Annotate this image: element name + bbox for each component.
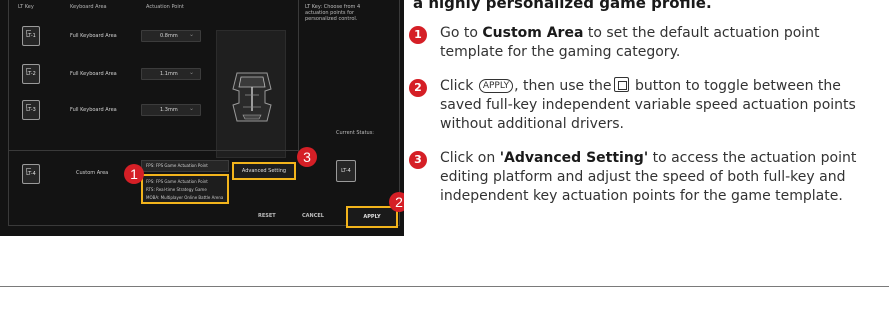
advanced-setting-button[interactable]: Advanced Setting: [232, 162, 296, 180]
cancel-button[interactable]: CANCEL: [302, 213, 324, 219]
template-dropdown-list[interactable]: FPS: FPS Game Actuation Point RTS: Real-…: [141, 174, 229, 204]
step-text: , then use the: [514, 78, 612, 94]
keycap-switch-icon: [232, 72, 272, 122]
lt4-key-icon[interactable]: LT-4: [22, 164, 40, 184]
instruction-steps: 1 Go to Custom Area to set the default a…: [409, 24, 883, 221]
apply-button[interactable]: APPLY: [346, 206, 398, 228]
panel-divider: [298, 0, 299, 160]
current-status-label: Current Status:: [336, 130, 374, 136]
step-text: Click: [440, 78, 478, 94]
reset-button[interactable]: RESET: [258, 213, 276, 219]
step-number-badge: 1: [409, 26, 427, 44]
callout-badge-3: 3: [297, 147, 317, 167]
apply-chip-icon: APPLY: [478, 79, 514, 93]
current-status-key: LT-4: [336, 160, 356, 182]
step-number-badge: 3: [409, 151, 427, 169]
lt-key-info-text: LT Key: Choose from 4 actuation points f…: [305, 4, 361, 22]
keyboard-illustration: [216, 30, 286, 158]
section-divider: [8, 150, 298, 151]
step-number-badge: 2: [409, 79, 427, 97]
actuation-value-dropdown[interactable]: 0.8mm: [141, 30, 201, 42]
column-header-keyboard-area: Keyboard Area: [70, 4, 107, 10]
instruction-step-1: 1 Go to Custom Area to set the default a…: [409, 24, 883, 62]
custom-area-term: Custom Area: [482, 25, 584, 41]
actuation-value-dropdown[interactable]: 1.3mm: [141, 104, 201, 116]
instruction-step-3: 3 Click on 'Advanced Setting' to access …: [409, 149, 883, 206]
row-area-label: Full Keyboard Area: [70, 71, 117, 77]
column-header-lt-key: LT Key: [18, 4, 34, 10]
step-text: Click on: [440, 150, 500, 166]
actuation-value-dropdown[interactable]: 1.1mm: [141, 68, 201, 80]
instruction-step-2: 2 Click APPLY, then use the button to to…: [409, 77, 883, 134]
dropdown-option[interactable]: RTS: Real-time Strategy Game: [146, 186, 224, 194]
custom-template-select[interactable]: FPS: FPS Game Actuation Point: [141, 160, 229, 172]
column-header-actuation-point: Actuation Point: [146, 4, 184, 10]
bottom-divider-line: [0, 286, 889, 287]
dropdown-option[interactable]: MOBA: Multiplayer Online Battle Arena: [146, 194, 224, 202]
lt3-key-icon[interactable]: LT-3: [22, 100, 40, 120]
lt2-key-icon[interactable]: LT-2: [22, 64, 40, 84]
row-area-label: Full Keyboard Area: [70, 107, 117, 113]
step-text: Go to: [440, 25, 483, 41]
callout-badge-2: 2: [389, 192, 404, 212]
row-area-label: Full Keyboard Area: [70, 33, 117, 39]
advanced-setting-term: 'Advanced Setting': [499, 150, 649, 166]
lt1-key-icon[interactable]: LT-1: [22, 26, 40, 46]
profile-toggle-icon: [613, 77, 629, 92]
dropdown-option[interactable]: FPS: FPS Game Actuation Point: [146, 178, 224, 186]
custom-area-label: Custom Area: [76, 170, 109, 176]
section-heading: a highly personalized game profile.: [413, 0, 712, 12]
software-screenshot: LT Key Keyboard Area Actuation Point LT-…: [0, 0, 404, 236]
callout-badge-1: 1: [124, 164, 144, 184]
